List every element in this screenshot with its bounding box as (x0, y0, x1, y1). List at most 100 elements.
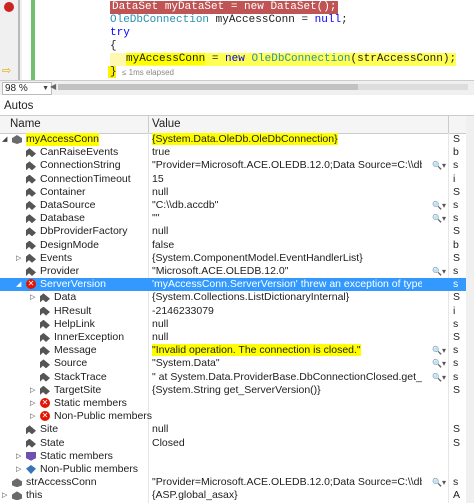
variable-value[interactable]: "Invalid operation. The connection is cl… (152, 344, 422, 357)
code-line-1[interactable]: DataSet myDataSet = new DataSet(); (110, 1, 339, 14)
expand-arrow-icon[interactable]: ▷ (30, 384, 38, 397)
autos-row[interactable]: ▷ Events {System.ComponentModel.EventHandl… (0, 252, 474, 265)
autos-row[interactable]: InnerException null S (0, 331, 474, 344)
variable-value-text: true (152, 146, 171, 159)
variable-value[interactable]: "" (152, 212, 422, 225)
variable-value[interactable]: null (152, 318, 422, 331)
expand-arrow-icon[interactable]: ▷ (30, 410, 38, 423)
code-line-6[interactable]: } (110, 66, 117, 79)
variable-value[interactable]: {System.Collections.ListDictionaryIntern… (152, 291, 422, 304)
perf-tip-elapsed[interactable]: ≤ 1ms elapsed (122, 68, 174, 77)
variable-value-text: {System.ComponentModel.EventHandlerList} (152, 251, 363, 264)
code-line-3[interactable]: try (110, 27, 130, 40)
variable-value[interactable]: "Microsoft.ACE.OLEDB.12.0" (152, 265, 422, 278)
variable-value[interactable]: 15 (152, 173, 422, 186)
autos-row[interactable]: ◢ ✕ ServerVersion 'myAccessConn.ServerVersi… (0, 278, 474, 292)
autos-row[interactable]: ▷ TargetSite {System.String get_ServerVers… (0, 384, 474, 397)
autos-row[interactable]: ▷ Data {System.Collections.ListDictionaryI… (0, 291, 474, 304)
column-divider[interactable] (448, 116, 449, 133)
autos-row[interactable]: Site null S (0, 423, 474, 436)
variable-value[interactable]: {System.ComponentModel.EventHandlerList} (152, 252, 422, 265)
code-line-2[interactable]: OleDbConnection myAccessConn = null; (110, 14, 348, 27)
code-token: ; (341, 14, 348, 26)
autos-row[interactable]: Source "System.Data" 🔍▾ s (0, 357, 474, 370)
autos-row[interactable]: ▷ Static members (0, 450, 474, 463)
autos-row[interactable]: ◢ myAccessConn {System.Data.OleDb.OleDbCon… (0, 133, 474, 146)
scrollbar-thumb[interactable] (58, 84, 358, 90)
autos-row[interactable]: DbProviderFactory null S (0, 225, 474, 238)
code-editor[interactable]: ⇨ DataSet myDataSet = new DataSet(); Ole… (0, 0, 474, 80)
visualizer-magnifier-icon[interactable]: 🔍▾ (432, 159, 446, 172)
autos-row[interactable]: ConnectionTimeout 15 i (0, 173, 474, 186)
variable-value[interactable]: {System.String get_ServerVersion()} (152, 384, 422, 397)
visualizer-magnifier-icon[interactable]: 🔍▾ (432, 344, 446, 357)
horizontal-scrollbar[interactable] (58, 84, 468, 90)
variable-name: DbProviderFactory (40, 225, 128, 238)
variable-value[interactable]: Closed (152, 437, 422, 450)
autos-row[interactable]: StackTrace " at System.Data.ProviderBase.… (0, 371, 474, 384)
autos-row[interactable]: ▷ Non-Public members (0, 463, 474, 476)
autos-row[interactable]: Database "" 🔍▾ s (0, 212, 474, 225)
autos-row[interactable]: DesignMode false b (0, 239, 474, 252)
zoom-dropdown[interactable]: 98 % ▼ (2, 82, 52, 95)
vertical-scrollbar[interactable] (466, 116, 474, 503)
expand-arrow-icon[interactable]: ▷ (16, 252, 24, 265)
expand-arrow-icon[interactable]: ▷ (16, 450, 24, 463)
code-line-4[interactable]: { (110, 40, 117, 53)
variable-value[interactable]: null (152, 423, 422, 436)
visualizer-magnifier-icon[interactable]: 🔍▾ (432, 265, 446, 278)
variable-value-text: "C:\\db.accdb" (152, 199, 219, 211)
visualizer-magnifier-icon[interactable]: 🔍▾ (432, 371, 446, 384)
autos-row[interactable]: Provider "Microsoft.ACE.OLEDB.12.0" 🔍▾ s (0, 265, 474, 278)
expand-arrow-icon[interactable]: ▷ (30, 291, 38, 304)
autos-row[interactable]: strAccessConn "Provider=Microsoft.ACE.OLE… (0, 476, 474, 489)
variable-value[interactable]: null (152, 186, 422, 199)
column-header-name[interactable]: Name (10, 118, 41, 130)
error-icon: ✕ (40, 411, 50, 422)
autos-row[interactable]: ▷ ✕ Static members (0, 397, 474, 410)
variable-value[interactable]: {System.Data.OleDb.OleDbConnection} (152, 133, 422, 146)
autos-row[interactable]: CanRaiseEvents true b (0, 146, 474, 159)
variable-value[interactable]: false (152, 239, 422, 252)
variable-value[interactable]: -2146233079 (152, 305, 422, 318)
variable-value-text: {System.Data.OleDb.OleDbConnection} (152, 133, 338, 145)
column-divider[interactable] (148, 116, 149, 133)
autos-row[interactable]: Message "Invalid operation. The connectio… (0, 344, 474, 357)
variable-value[interactable]: "Provider=Microsoft.ACE.OLEDB.12.0;Data … (152, 159, 422, 172)
visualizer-magnifier-icon[interactable]: 🔍▾ (432, 199, 446, 212)
variable-value[interactable]: " at System.Data.ProviderBase.DbConnecti… (152, 371, 422, 384)
variable-value[interactable]: "System.Data" (152, 357, 422, 370)
variable-value[interactable]: "Provider=Microsoft.ACE.OLEDB.12.0;Data … (152, 476, 422, 489)
visualizer-magnifier-icon[interactable]: 🔍▾ (432, 212, 446, 225)
variable-value[interactable]: 'myAccessConn.ServerVersion' threw an ex… (152, 278, 422, 291)
variable-value-text: "" (152, 212, 160, 225)
variable-value[interactable]: "C:\\db.accdb" (152, 199, 422, 212)
variable-value[interactable]: {ASP.global_asax} (152, 489, 422, 502)
expand-arrow-icon[interactable]: ▷ (30, 397, 38, 410)
variable-value[interactable]: null (152, 331, 422, 344)
property-icon (40, 359, 50, 369)
chevron-down-icon[interactable]: ▼ (42, 83, 49, 94)
visualizer-magnifier-icon[interactable]: 🔍▾ (432, 476, 446, 489)
variable-value[interactable]: null (152, 225, 422, 238)
autos-row[interactable]: State Closed S (0, 437, 474, 450)
column-header-value[interactable]: Value (152, 118, 181, 130)
visualizer-magnifier-icon[interactable]: 🔍▾ (432, 357, 446, 370)
autos-row[interactable]: Container null S (0, 186, 474, 199)
expand-arrow-icon[interactable]: ▷ (16, 463, 24, 476)
autos-row[interactable]: ConnectionString "Provider=Microsoft.ACE.… (0, 159, 474, 172)
autos-row[interactable]: HelpLink null s (0, 318, 474, 331)
variable-value-text: "System.Data" (152, 357, 220, 370)
expand-arrow-icon[interactable]: ▷ (2, 489, 10, 502)
autos-row[interactable]: ▷ ✕ Non-Public members (0, 410, 474, 423)
autos-row[interactable]: ▷ this {ASP.global_asax} A (0, 489, 474, 502)
breakpoint-icon[interactable] (4, 2, 14, 12)
collapse-arrow-icon[interactable]: ◢ (16, 278, 24, 291)
scroll-left-icon[interactable]: ◀ (50, 82, 56, 91)
variable-value[interactable]: true (152, 146, 422, 159)
code-line-5[interactable]: myAccessConn = new OleDbConnection(strAc… (126, 53, 457, 66)
autos-row[interactable]: HResult -2146233079 i (0, 305, 474, 318)
gutter-divider (18, 0, 20, 80)
collapse-arrow-icon[interactable]: ◢ (2, 133, 10, 146)
autos-row[interactable]: DataSource "C:\\db.accdb" 🔍▾ s (0, 199, 474, 212)
